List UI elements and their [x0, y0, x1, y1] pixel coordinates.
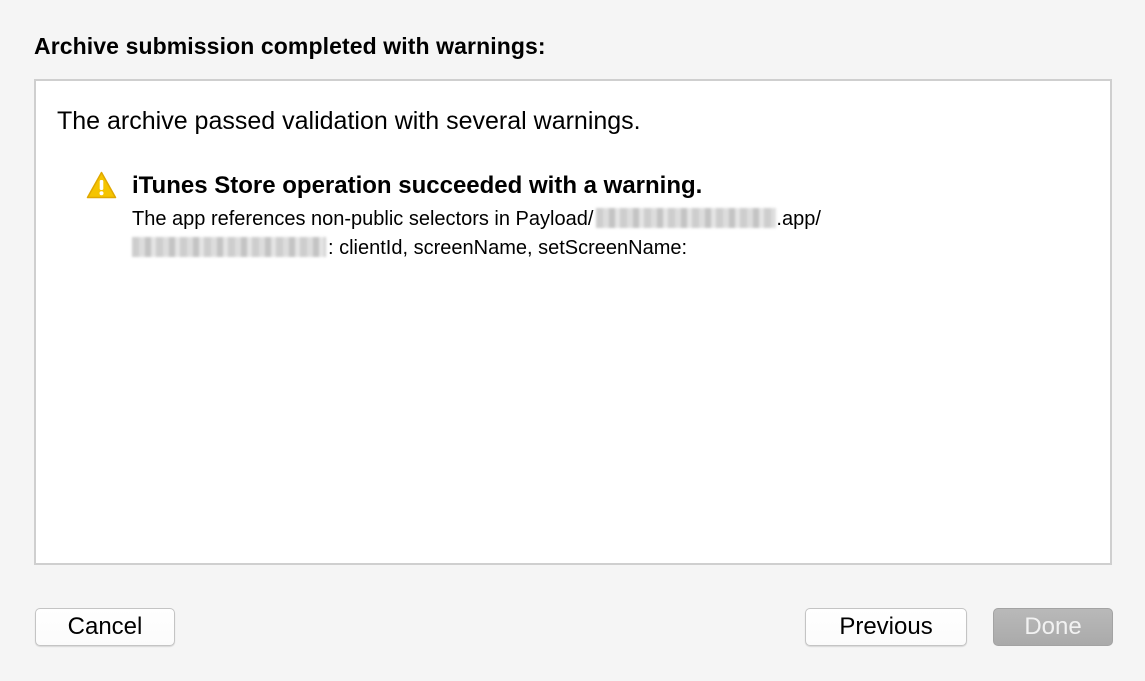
results-panel: The archive passed validation with sever… [34, 79, 1112, 565]
detail-line2-suffix: : clientId, screenName, setScreenName: [328, 237, 688, 259]
detail-line1-suffix: .app/ [776, 208, 821, 230]
cancel-button[interactable]: Cancel [35, 608, 175, 646]
redacted-app-name [596, 208, 777, 228]
warning-heading: iTunes Store operation succeeded with a … [132, 172, 703, 199]
warning-triangle-icon [86, 171, 117, 199]
done-button[interactable]: Done [993, 608, 1113, 646]
warning-detail: The app references non-public selectors … [132, 205, 821, 263]
validation-summary: The archive passed validation with sever… [57, 107, 641, 135]
warning-detail-line-2: : clientId, screenName, setScreenName: [132, 234, 821, 263]
redacted-binary-name [132, 237, 326, 257]
detail-line1-prefix: The app references non-public selectors … [132, 208, 594, 230]
warning-detail-line-1: The app references non-public selectors … [132, 205, 821, 234]
previous-button[interactable]: Previous [805, 608, 967, 646]
dialog-title: Archive submission completed with warnin… [34, 33, 546, 59]
archive-submission-dialog: Archive submission completed with warnin… [0, 0, 1145, 681]
